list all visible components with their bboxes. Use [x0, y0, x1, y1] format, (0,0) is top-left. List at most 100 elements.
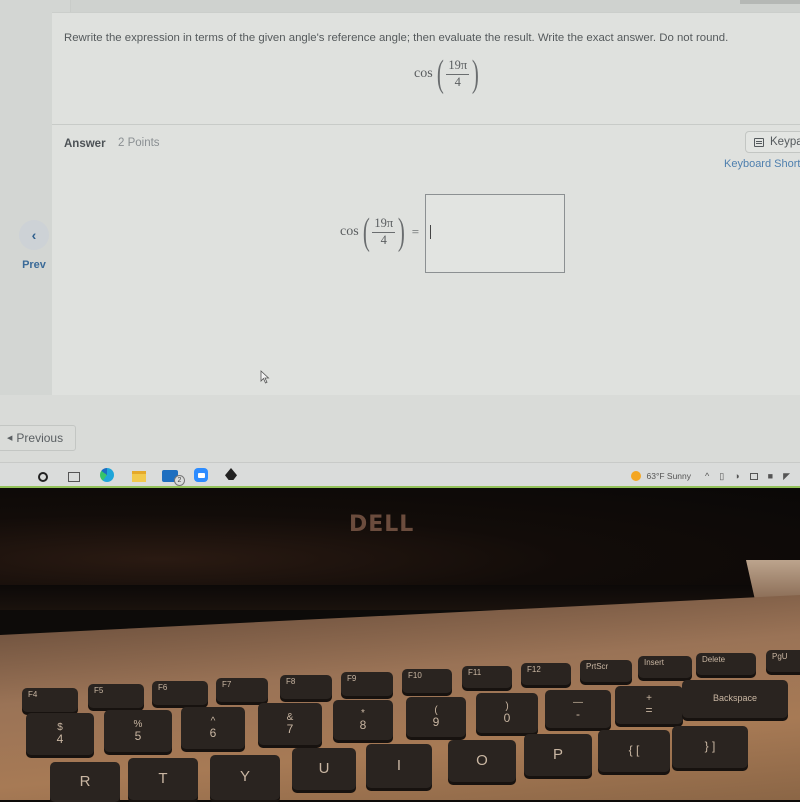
key-f4[interactable]: F4 — [22, 688, 78, 712]
key-pgup[interactable]: PgU — [766, 650, 800, 672]
system-tray: 63°F Sunny ^ ▯ ◑ ■ ◤ — [631, 463, 800, 488]
calculator-icon — [754, 138, 764, 147]
key-o[interactable]: O — [448, 740, 516, 782]
keypad-label: Keypa — [770, 136, 800, 148]
search-icon[interactable] — [38, 472, 48, 482]
key-delete[interactable]: Delete — [696, 653, 756, 675]
tray-chevron-icon[interactable]: ^ — [705, 471, 709, 481]
screen: Rewrite the expression in terms of the g… — [0, 0, 800, 488]
key-label: F4 — [28, 691, 37, 700]
question-instruction: Rewrite the expression in terms of the g… — [64, 32, 728, 44]
meet-now-icon[interactable] — [750, 473, 758, 480]
key-label: 5 — [135, 730, 142, 743]
key-f11[interactable]: F11 — [462, 666, 512, 688]
key-label: } ] — [705, 740, 716, 753]
answer-label: Answer — [64, 138, 106, 150]
key-label: Y — [240, 769, 250, 786]
prev-side-button[interactable]: ‹ Prev — [14, 220, 54, 271]
previous-label: Previous — [16, 431, 63, 445]
top-strip — [0, 0, 800, 12]
key-5[interactable]: %5 — [104, 710, 172, 752]
key-label: F11 — [468, 669, 481, 678]
previous-button[interactable]: ◀ Previous — [0, 425, 76, 451]
prev-side-label: Prev — [14, 259, 54, 271]
key-label: 6 — [210, 727, 217, 740]
edge-browser-icon[interactable] — [100, 468, 114, 482]
numerator: 19π — [446, 59, 469, 74]
weather-text[interactable]: 63°F Sunny — [647, 471, 692, 481]
left-paren: ( — [437, 55, 444, 93]
key-label: T — [158, 771, 167, 788]
key-label: F9 — [347, 675, 356, 684]
key-label: U — [319, 761, 330, 778]
key-label: F7 — [222, 681, 231, 690]
key-8[interactable]: *8 — [333, 700, 393, 740]
key-7[interactable]: &7 — [258, 703, 322, 745]
dell-logo: DELL — [349, 512, 414, 537]
key-y[interactable]: Y — [210, 755, 280, 800]
key-4[interactable]: $4 — [26, 713, 94, 755]
key-r[interactable]: R — [50, 762, 120, 802]
answer-area: Answer 2 Points Keypa Keyboard Shortc co… — [52, 125, 800, 395]
footer-band — [0, 395, 800, 460]
key-prtscr[interactable]: PrtScr — [580, 660, 632, 682]
battery-icon[interactable]: ▯ — [719, 471, 724, 482]
wifi-icon[interactable]: ◤ — [783, 471, 790, 482]
volume-icon[interactable]: ■ — [768, 471, 773, 481]
mail-badge: 2 — [174, 475, 185, 486]
fraction: 19π 4 — [372, 217, 395, 246]
key-t[interactable]: T — [128, 758, 198, 800]
key-f9[interactable]: F9 — [341, 672, 393, 696]
task-view-icon[interactable] — [68, 472, 80, 482]
key-label: { [ — [629, 744, 640, 757]
numerator: 19π — [372, 217, 395, 232]
key-label: 8 — [360, 719, 367, 732]
left-paren: ( — [363, 213, 370, 251]
key-p[interactable]: P — [524, 734, 592, 776]
caret-left-icon: ◀ — [7, 434, 12, 442]
key-backspace[interactable]: Backspace — [682, 680, 788, 718]
function-name: cos — [340, 224, 359, 240]
key-f8[interactable]: F8 — [280, 675, 332, 699]
key-6[interactable]: ^6 — [181, 707, 245, 749]
key-label: Insert — [644, 659, 664, 668]
key-label: = — [645, 704, 652, 717]
keypad-button[interactable]: Keypa — [745, 131, 800, 153]
chevron-left-icon: ‹ — [19, 220, 49, 250]
inkscape-icon[interactable] — [225, 468, 237, 480]
key-label: R — [80, 774, 91, 791]
function-name: cos — [414, 66, 433, 82]
key-i[interactable]: I — [366, 744, 432, 788]
question-expression: cos ( 19π 4 ) — [414, 55, 482, 93]
key-f12[interactable]: F12 — [521, 663, 571, 685]
keyboard-shortcuts-link[interactable]: Keyboard Shortc — [724, 158, 800, 170]
key-left-bracket[interactable]: { [ — [598, 730, 670, 772]
key-9[interactable]: (9 — [406, 697, 466, 737]
network-icon[interactable]: ◑ — [734, 471, 739, 481]
key-0[interactable]: )0 — [476, 693, 538, 733]
key-label: 0 — [504, 712, 511, 725]
key-label: Delete — [702, 656, 725, 665]
key-u[interactable]: U — [292, 748, 356, 790]
key-f5[interactable]: F5 — [88, 684, 144, 708]
screen-edge-highlight — [0, 486, 800, 488]
laptop-bezel — [0, 489, 800, 589]
zoom-app-icon[interactable] — [194, 468, 208, 482]
sun-icon[interactable] — [631, 471, 641, 481]
key-label: O — [476, 753, 488, 770]
key-equals[interactable]: += — [615, 686, 683, 724]
equals-sign: = — [412, 224, 419, 240]
key-label: F10 — [408, 672, 422, 681]
answer-input[interactable] — [425, 194, 565, 273]
denominator: 4 — [455, 75, 461, 89]
key-label: 7 — [287, 723, 294, 736]
key-f7[interactable]: F7 — [216, 678, 268, 702]
key-right-bracket[interactable]: } ] — [672, 726, 748, 768]
key-minus[interactable]: —- — [545, 690, 611, 728]
key-insert[interactable]: Insert — [638, 656, 692, 678]
key-f10[interactable]: F10 — [402, 669, 452, 693]
file-explorer-icon[interactable] — [132, 471, 146, 482]
answer-expression: cos ( 19π 4 ) = — [340, 213, 419, 251]
key-f6[interactable]: F6 — [152, 681, 208, 705]
denominator: 4 — [381, 233, 387, 247]
